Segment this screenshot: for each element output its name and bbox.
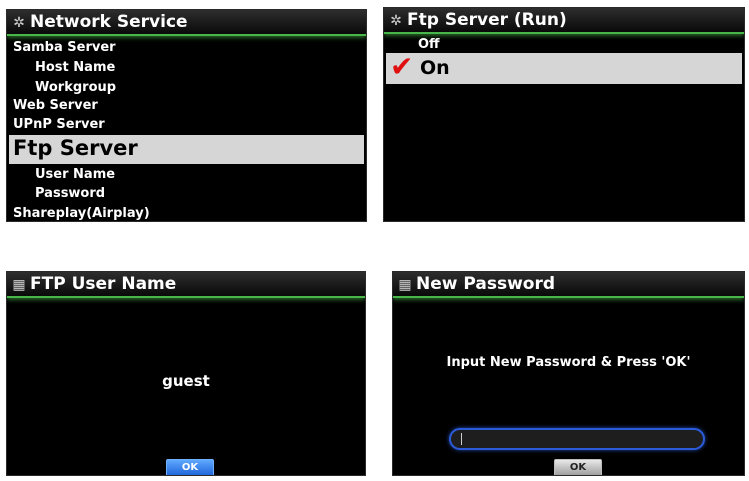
network-service-titlebar: ✲ Network Service xyxy=(7,10,366,36)
menu-item-ftp-server-label: Ftp Server xyxy=(13,136,138,160)
network-service-title: Network Service xyxy=(30,12,188,32)
new-password-titlebar: ▦ New Password xyxy=(393,272,744,298)
option-on[interactable]: ✔ On xyxy=(386,50,742,84)
menu-item-web-server[interactable]: Web Server xyxy=(13,98,98,113)
ftp-server-titlebar: ✲ Ftp Server (Run) xyxy=(384,8,744,34)
menu-item-shareplay[interactable]: Shareplay(Airplay) xyxy=(13,206,150,221)
menu-item-workgroup[interactable]: Workgroup xyxy=(7,80,116,95)
option-off[interactable]: Off xyxy=(418,37,440,52)
text-cursor xyxy=(461,433,462,445)
gear-icon: ✲ xyxy=(13,15,25,31)
grid-icon: ▦ xyxy=(398,277,412,293)
option-on-label: On xyxy=(420,57,450,79)
user-name-value: guest xyxy=(162,372,210,390)
checkmark-icon: ✔ xyxy=(390,50,414,83)
menu-item-ftp-server[interactable]: Ftp Server xyxy=(9,135,364,164)
new-password-title: New Password xyxy=(416,274,556,294)
ok-button[interactable]: OK xyxy=(166,459,214,475)
menu-item-password[interactable]: Password xyxy=(7,186,105,201)
menu-item-host-name[interactable]: Host Name xyxy=(7,60,115,75)
menu-item-upnp-server[interactable]: UPnP Server xyxy=(13,117,105,132)
new-password-screen: ▦ New Password Input New Password & Press… xyxy=(392,271,745,476)
ftp-server-title: Ftp Server (Run) xyxy=(407,10,567,30)
menu-item-user-name[interactable]: User Name xyxy=(7,167,115,182)
password-prompt: Input New Password & Press 'OK' xyxy=(446,355,691,370)
network-service-screen: ✲ Network Service Samba Server Host Name … xyxy=(6,9,367,222)
gear-icon: ✲ xyxy=(390,13,402,29)
ftp-server-screen: ✲ Ftp Server (Run) Off ✔ On xyxy=(383,7,745,222)
grid-icon: ▦ xyxy=(12,277,26,293)
password-input[interactable] xyxy=(449,428,705,450)
ftp-user-name-screen: ▦ FTP User Name guest OK xyxy=(6,271,366,476)
menu-item-samba-server[interactable]: Samba Server xyxy=(13,40,116,55)
ftp-user-name-title: FTP User Name xyxy=(30,274,177,294)
ftp-user-name-titlebar: ▦ FTP User Name xyxy=(7,272,365,298)
ok-button[interactable]: OK xyxy=(554,459,602,475)
